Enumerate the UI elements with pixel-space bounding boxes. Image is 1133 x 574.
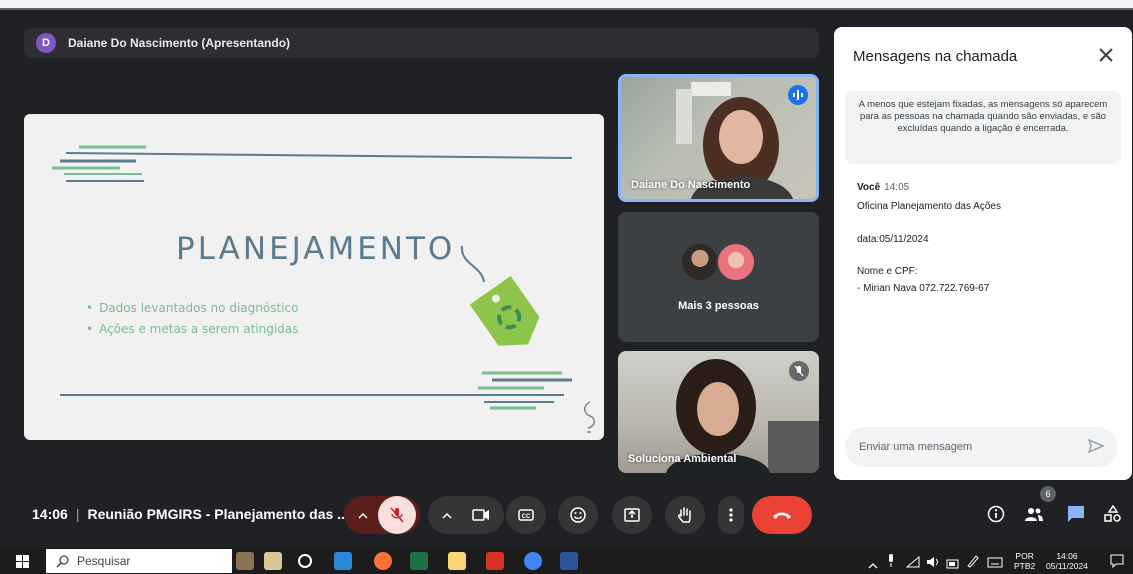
keyboard-layout: PTB2 [1014, 561, 1036, 571]
outlook-icon[interactable] [334, 552, 352, 570]
message-line: - Mirian Nava 072.722.769-67 [857, 283, 990, 294]
chat-message-input[interactable] [859, 441, 1079, 453]
speaking-indicator-icon [788, 85, 808, 105]
reactions-button[interactable] [558, 496, 598, 534]
mic-off-icon [390, 507, 404, 523]
battery-icon[interactable] [946, 556, 960, 574]
shared-slide: PLANEJAMENTO Dados levantados no diagnós… [24, 114, 604, 440]
chevron-up-icon[interactable] [868, 556, 878, 574]
chevron-up-icon[interactable] [432, 506, 462, 524]
clock-time: 14:06 [1056, 551, 1078, 561]
more-options-button[interactable] [718, 496, 744, 534]
windows-taskbar: Pesquisar POR PTB2 14:06 05/11/2024 [0, 548, 1133, 574]
cortana-icon[interactable] [298, 554, 312, 568]
presenter-bar: D Daiane Do Nascimento (Apresentando) [24, 28, 819, 58]
leave-call-button[interactable] [752, 496, 812, 534]
participant-avatar [716, 242, 756, 282]
taskbar-search-placeholder: Pesquisar [77, 554, 131, 568]
mic-control-group [344, 496, 420, 534]
message-line: Nome e CPF: [857, 266, 918, 277]
shapes-icon [1104, 505, 1121, 522]
slide-bullet: Dados levantados no diagnóstico [86, 301, 298, 315]
participant-name: Soluciona Ambiental [628, 453, 737, 465]
camera-toggle-button[interactable] [462, 509, 500, 521]
participant-tile-daiane[interactable]: Daiane Do Nascimento [618, 74, 819, 202]
excel-icon[interactable] [410, 552, 428, 570]
wifi-icon[interactable] [905, 555, 920, 573]
clock-date: 05/11/2024 [1046, 561, 1088, 571]
meeting-separator: | [75, 506, 80, 522]
system-clock[interactable]: 14:06 05/11/2024 [1046, 551, 1088, 571]
acrobat-icon[interactable] [486, 552, 504, 570]
captions-button[interactable]: CC [506, 496, 546, 534]
chat-notice: A menos que estejam fixadas, as mensagen… [845, 91, 1121, 164]
info-icon [987, 505, 1005, 523]
mic-off-icon [789, 361, 809, 381]
notification-icon[interactable] [1110, 554, 1124, 573]
mic-icon[interactable] [887, 554, 895, 572]
close-icon[interactable] [1094, 43, 1118, 67]
firefox-icon[interactable] [374, 552, 392, 570]
meeting-title: Reunião PMGIRS - Planejamento das ... [87, 506, 349, 522]
camera-control-group [428, 496, 504, 534]
meeting-details-button[interactable] [984, 502, 1008, 526]
search-icon [56, 554, 69, 568]
participants-count-badge: 6 [1040, 486, 1056, 502]
camera-icon [472, 509, 489, 521]
window-top-edge [0, 0, 1133, 10]
hand-icon [678, 507, 691, 523]
taskbar-app-icon[interactable] [236, 552, 254, 570]
emoji-icon [570, 507, 586, 523]
message-sender: Você [857, 182, 881, 193]
presenter-label: Daiane Do Nascimento (Apresentando) [68, 36, 291, 50]
slide-decorations [52, 145, 595, 433]
slide-title: PLANEJAMENTO [176, 231, 456, 267]
file-explorer-icon[interactable] [448, 552, 466, 570]
taskbar-search[interactable]: Pesquisar [46, 549, 232, 573]
taskbar-app-icon[interactable] [264, 552, 282, 570]
svg-text:CC: CC [522, 514, 531, 520]
message-header: Você 14:05 [857, 182, 909, 193]
presenter-avatar: D [36, 33, 56, 53]
volume-icon[interactable] [926, 555, 940, 573]
meeting-info: 14:06 | Reunião PMGIRS - Planejamento das … [32, 506, 349, 522]
message-time: 14:05 [884, 182, 910, 193]
raise-hand-button[interactable] [665, 496, 705, 534]
chrome-icon[interactable] [524, 552, 542, 570]
participant-name: Daiane Do Nascimento [631, 179, 751, 191]
people-button[interactable] [1022, 502, 1046, 526]
chat-title: Mensagens na chamada [853, 48, 1018, 65]
participant-tile-soluciona[interactable]: Soluciona Ambiental [618, 351, 819, 473]
captions-icon: CC [518, 509, 534, 521]
chat-button[interactable] [1064, 502, 1088, 526]
people-icon [1025, 508, 1043, 521]
windows-start-icon[interactable] [16, 555, 29, 573]
chat-panel: Mensagens na chamada A menos que estejam… [834, 27, 1132, 480]
keyboard-icon[interactable] [987, 555, 1003, 573]
present-icon [624, 508, 640, 522]
chevron-up-icon[interactable] [348, 506, 378, 524]
send-icon[interactable] [1087, 438, 1105, 458]
message-line: data:05/11/2024 [857, 234, 929, 245]
participant-tile-more[interactable]: Mais 3 pessoas [618, 212, 819, 342]
activities-button[interactable] [1101, 502, 1125, 526]
more-participants-label: Mais 3 pessoas [678, 300, 759, 312]
slide-bullet: Ações e metas a serem atingidas [86, 322, 298, 336]
word-icon[interactable] [560, 552, 578, 570]
participant-avatar [680, 242, 720, 282]
meeting-time: 14:06 [32, 506, 68, 522]
mic-toggle-button[interactable] [378, 496, 416, 534]
hang-up-icon [773, 512, 791, 519]
language-code: POR [1015, 551, 1034, 561]
present-screen-button[interactable] [612, 496, 652, 534]
message-line: Oficina Planejamento das Ações [857, 201, 1001, 212]
chat-icon [1068, 506, 1084, 522]
pen-icon[interactable] [966, 554, 980, 573]
more-vertical-icon [729, 508, 733, 522]
chat-input-container [845, 427, 1118, 467]
slide-bullets: Dados levantados no diagnóstico Ações e … [86, 301, 298, 343]
language-indicator[interactable]: POR PTB2 [1014, 551, 1035, 571]
